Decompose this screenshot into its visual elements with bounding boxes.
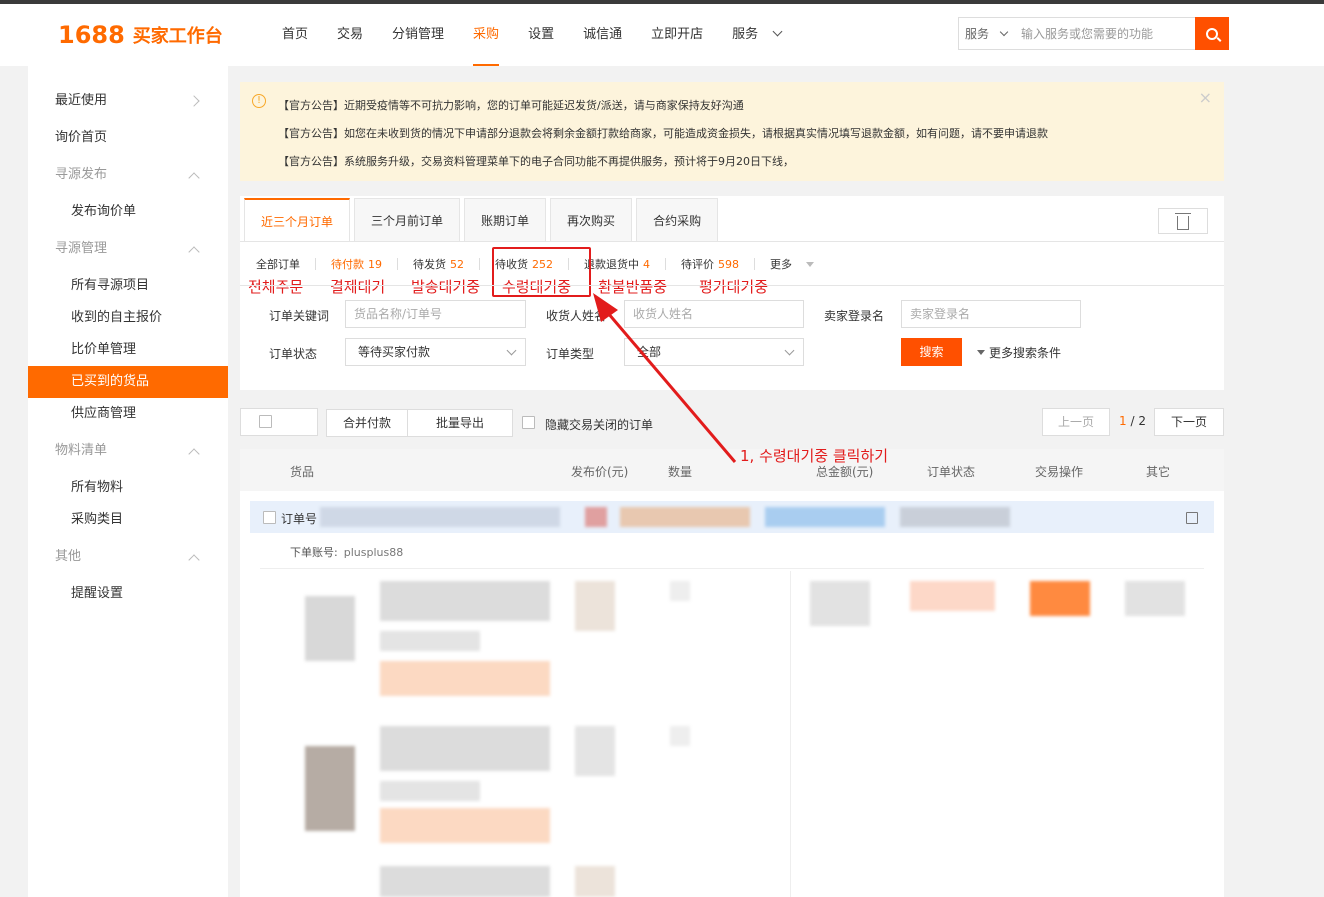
annotation-arrow-head xyxy=(593,293,618,322)
annotation-instruction: 1, 수령대기중 클릭하기 xyxy=(740,447,889,465)
annotation-arrow xyxy=(593,293,737,463)
annotation-arrow-line xyxy=(600,305,737,463)
